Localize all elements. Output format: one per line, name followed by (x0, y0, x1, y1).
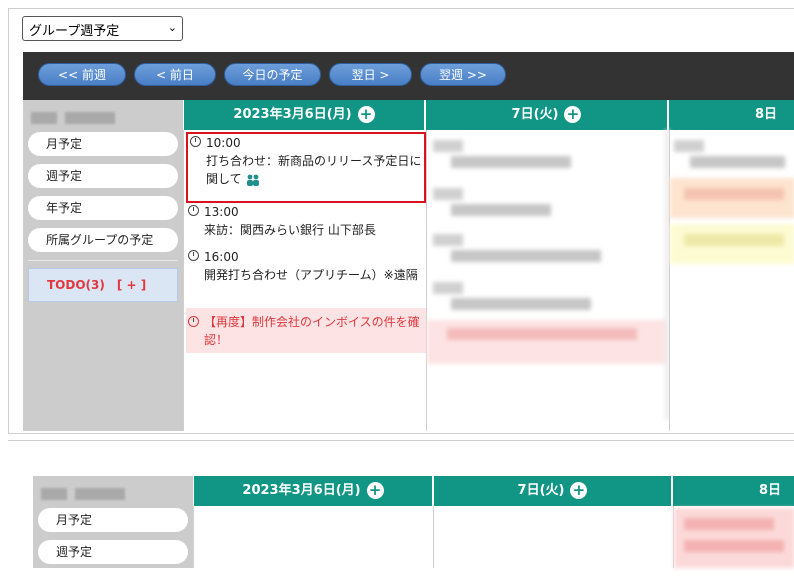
day-column-tue-2 (433, 506, 673, 568)
year-view-button[interactable]: 年予定 (28, 196, 178, 220)
week-view-button[interactable]: 週予定 (28, 164, 178, 188)
month-view-button[interactable]: 月予定 (28, 132, 178, 156)
day-column-tue (426, 130, 670, 431)
event-item[interactable]: 16:00 開発打ち合わせ（アプリチーム）※遠隔 (186, 248, 426, 284)
member-name (41, 484, 131, 504)
day-header-label: 2023年3月6日(月) (242, 483, 361, 498)
member-sidebar: 月予定 週予定 年予定 所属グループの予定 TODO(3) [ + ] (23, 100, 183, 431)
clock-icon (188, 250, 199, 261)
clock-icon (188, 205, 199, 216)
prev-day-button[interactable]: < 前日 (134, 63, 216, 86)
event-title: 打ち合わせ：新商品のリリース予定日に関して (206, 154, 422, 186)
day-header-mon-2: 2023年3月6日(月) + (194, 476, 432, 506)
day-column-wed-2 (673, 506, 794, 568)
chevron-down-icon: ⌄ (167, 21, 177, 34)
prev-week-button[interactable]: << 前週 (38, 63, 126, 86)
next-day-button[interactable]: 翌日 > (329, 63, 412, 86)
day-header-label: 7日(火) (517, 483, 565, 498)
week-view-button[interactable]: 週予定 (38, 540, 188, 564)
member-sidebar-2: 月予定 週予定 (33, 476, 193, 568)
group-view-select[interactable]: グループ週予定 ⌄ (22, 16, 183, 41)
people-icon (246, 174, 259, 186)
event-time: 16:00 (204, 250, 239, 264)
day-column-mon: 10:00 打ち合わせ：新商品のリリース予定日に関して 13:00 来訪：関西み… (183, 130, 426, 431)
day-header-mon: 2023年3月6日(月) + (184, 100, 424, 130)
todo-link[interactable]: TODO(3) [ + ] (28, 268, 178, 302)
day-header-wed: 8日(水+ (669, 100, 794, 183)
event-item[interactable]: 10:00 打ち合わせ：新商品のリリース予定日に関して (186, 132, 426, 203)
group-view-button[interactable]: 所属グループの予定 (28, 228, 178, 252)
sidebar-divider (28, 260, 178, 261)
event-title: 開発打ち合わせ（アプリチーム）※遠隔 (204, 268, 418, 282)
day-column-mon-2 (193, 506, 433, 568)
obscured-events (674, 506, 794, 568)
event-item[interactable]: 【再度】制作会社のインボイスの件を確認！ (186, 308, 426, 353)
day-header-wed-2: 8日(水+ (673, 476, 794, 559)
event-time: 10:00 (206, 136, 241, 150)
day-header-label: 7日(火) (511, 107, 559, 122)
next-week-button[interactable]: 翌週 >> (420, 63, 506, 86)
event-time: 13:00 (204, 205, 239, 219)
today-button[interactable]: 今日の予定 (224, 63, 321, 86)
month-view-button[interactable]: 月予定 (38, 508, 188, 532)
add-event-icon[interactable]: + (564, 106, 582, 123)
day-header-label: 2023年3月6日(月) (233, 107, 352, 122)
add-event-icon[interactable]: + (570, 482, 588, 499)
add-event-icon[interactable]: + (357, 106, 375, 123)
day-header-tue-2: 7日(火) + (434, 476, 671, 506)
event-title: 【再度】制作会社のインボイスの件を確認！ (204, 315, 420, 347)
clock-icon (188, 316, 199, 327)
navigation-toolbar: << 前週 < 前日 今日の予定 翌日 > 翌週 >> (23, 52, 794, 100)
add-event-icon[interactable]: + (366, 482, 384, 499)
clock-icon (190, 136, 201, 147)
group-view-select-value: グループ週予定 (29, 24, 120, 39)
event-title: 来訪：関西みらい銀行 山下部長 (204, 223, 376, 237)
obscured-events (670, 130, 794, 431)
member-name (31, 108, 121, 128)
obscured-events (427, 130, 670, 431)
day-column-wed (669, 130, 794, 431)
day-header-tue: 7日(火) + (426, 100, 667, 130)
event-item[interactable]: 13:00 来訪：関西みらい銀行 山下部長 (186, 203, 426, 239)
